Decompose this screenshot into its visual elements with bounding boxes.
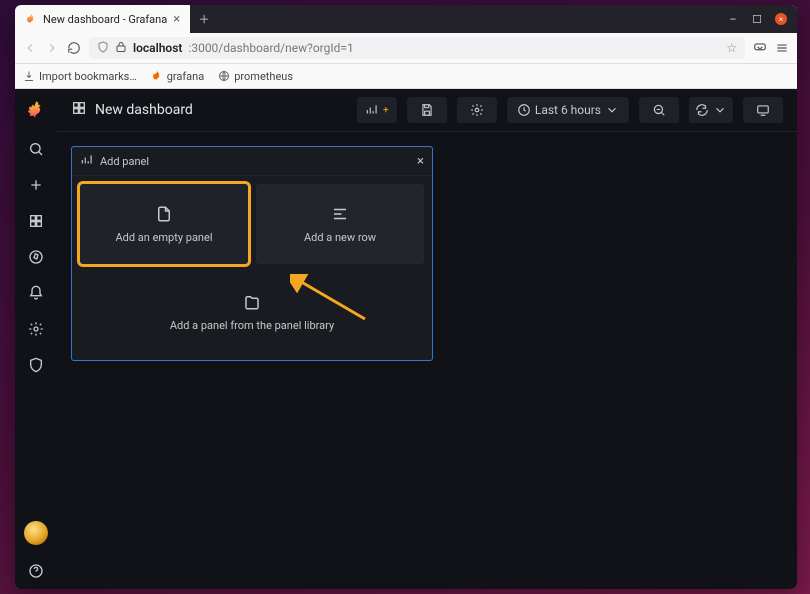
- dashboard-main: New dashboard + Last 6 hours: [57, 89, 797, 589]
- nav-forward-button[interactable]: [45, 41, 59, 55]
- grafana-icon: [151, 70, 163, 82]
- address-bar[interactable]: localhost :3000/dashboard/new?orgId=1 ☆: [89, 37, 745, 59]
- browser-tab-title: New dashboard - Grafana: [43, 13, 167, 26]
- sidebar-explore[interactable]: [15, 239, 57, 275]
- lock-icon: [115, 41, 127, 56]
- window-minimize-button[interactable]: –: [727, 13, 739, 25]
- bookmark-grafana[interactable]: grafana: [151, 70, 205, 83]
- time-range-label: Last 6 hours: [535, 103, 601, 117]
- option-library-label: Add a panel from the panel library: [170, 319, 334, 332]
- bookmark-prometheus[interactable]: prometheus: [218, 70, 293, 83]
- save-dashboard-button[interactable]: [407, 97, 447, 123]
- sidebar-dashboards[interactable]: [15, 203, 57, 239]
- panel-icon: [80, 153, 94, 170]
- sidebar: [15, 89, 57, 589]
- option-add-row[interactable]: Add a new row: [256, 184, 424, 264]
- browser-tab-active[interactable]: New dashboard - Grafana ×: [15, 5, 190, 33]
- shield-icon: [97, 41, 109, 56]
- address-host: localhost: [133, 41, 182, 55]
- option-add-empty-panel[interactable]: Add an empty panel: [80, 184, 248, 264]
- window-maximize-button[interactable]: ☐: [751, 13, 763, 25]
- sidebar-server-admin[interactable]: [15, 347, 57, 383]
- sidebar-create[interactable]: [15, 167, 57, 203]
- nav-reload-button[interactable]: [67, 41, 81, 55]
- dashboard-settings-button[interactable]: [457, 97, 497, 123]
- add-panel-close-button[interactable]: ×: [417, 154, 424, 169]
- option-row-label: Add a new row: [304, 231, 376, 244]
- add-panel-widget: Add panel × Add an empty panel: [71, 146, 433, 361]
- dashboard-title: New dashboard: [95, 102, 193, 118]
- import-icon: [23, 70, 35, 82]
- browser-window: New dashboard - Grafana × ＋ – ☐ × localh…: [15, 5, 797, 589]
- option-empty-label: Add an empty panel: [115, 231, 212, 244]
- dashboard-canvas: Add panel × Add an empty panel: [57, 132, 797, 589]
- add-panel-header: Add panel ×: [72, 147, 432, 176]
- dashboard-toolbar: New dashboard + Last 6 hours: [57, 89, 797, 132]
- sidebar-configuration[interactable]: [15, 311, 57, 347]
- sidebar-alerting[interactable]: [15, 275, 57, 311]
- add-panel-button[interactable]: +: [357, 97, 397, 123]
- dashboards-icon: [71, 100, 87, 120]
- bookmark-grafana-label: grafana: [167, 70, 205, 83]
- bookmark-import[interactable]: Import bookmarks…: [23, 70, 137, 83]
- bookmark-star-icon[interactable]: ☆: [726, 41, 737, 55]
- grafana-logo[interactable]: [15, 89, 57, 131]
- browser-navbar: localhost :3000/dashboard/new?orgId=1 ☆: [15, 33, 797, 64]
- pocket-icon[interactable]: [753, 41, 767, 55]
- zoom-out-button[interactable]: [639, 97, 679, 123]
- dashboard-title-wrap: New dashboard: [71, 100, 347, 120]
- bookmark-import-label: Import bookmarks…: [39, 70, 137, 83]
- add-panel-title: Add panel: [100, 155, 149, 168]
- time-range-picker[interactable]: Last 6 hours: [507, 97, 629, 123]
- nav-back-button[interactable]: [23, 41, 37, 55]
- refresh-button[interactable]: [689, 97, 733, 123]
- address-path: :3000/dashboard/new?orgId=1: [188, 41, 353, 55]
- grafana-app: New dashboard + Last 6 hours: [15, 89, 797, 589]
- grafana-favicon: [25, 13, 37, 25]
- globe-icon: [218, 70, 230, 82]
- sidebar-search[interactable]: [15, 131, 57, 167]
- hamburger-menu-button[interactable]: [775, 41, 789, 55]
- window-controls: – ☐ ×: [717, 5, 797, 33]
- cycle-view-button[interactable]: [743, 97, 783, 123]
- window-close-button[interactable]: ×: [775, 13, 787, 25]
- user-avatar[interactable]: [24, 521, 48, 545]
- option-add-from-library[interactable]: Add a panel from the panel library: [80, 272, 424, 352]
- tab-close-icon[interactable]: ×: [173, 13, 180, 26]
- new-tab-button[interactable]: ＋: [190, 5, 218, 33]
- bookmarks-bar: Import bookmarks… grafana prometheus: [15, 64, 797, 89]
- bookmark-prometheus-label: prometheus: [234, 70, 293, 83]
- browser-tabbar: New dashboard - Grafana × ＋ – ☐ ×: [15, 5, 797, 33]
- sidebar-help[interactable]: [15, 553, 57, 589]
